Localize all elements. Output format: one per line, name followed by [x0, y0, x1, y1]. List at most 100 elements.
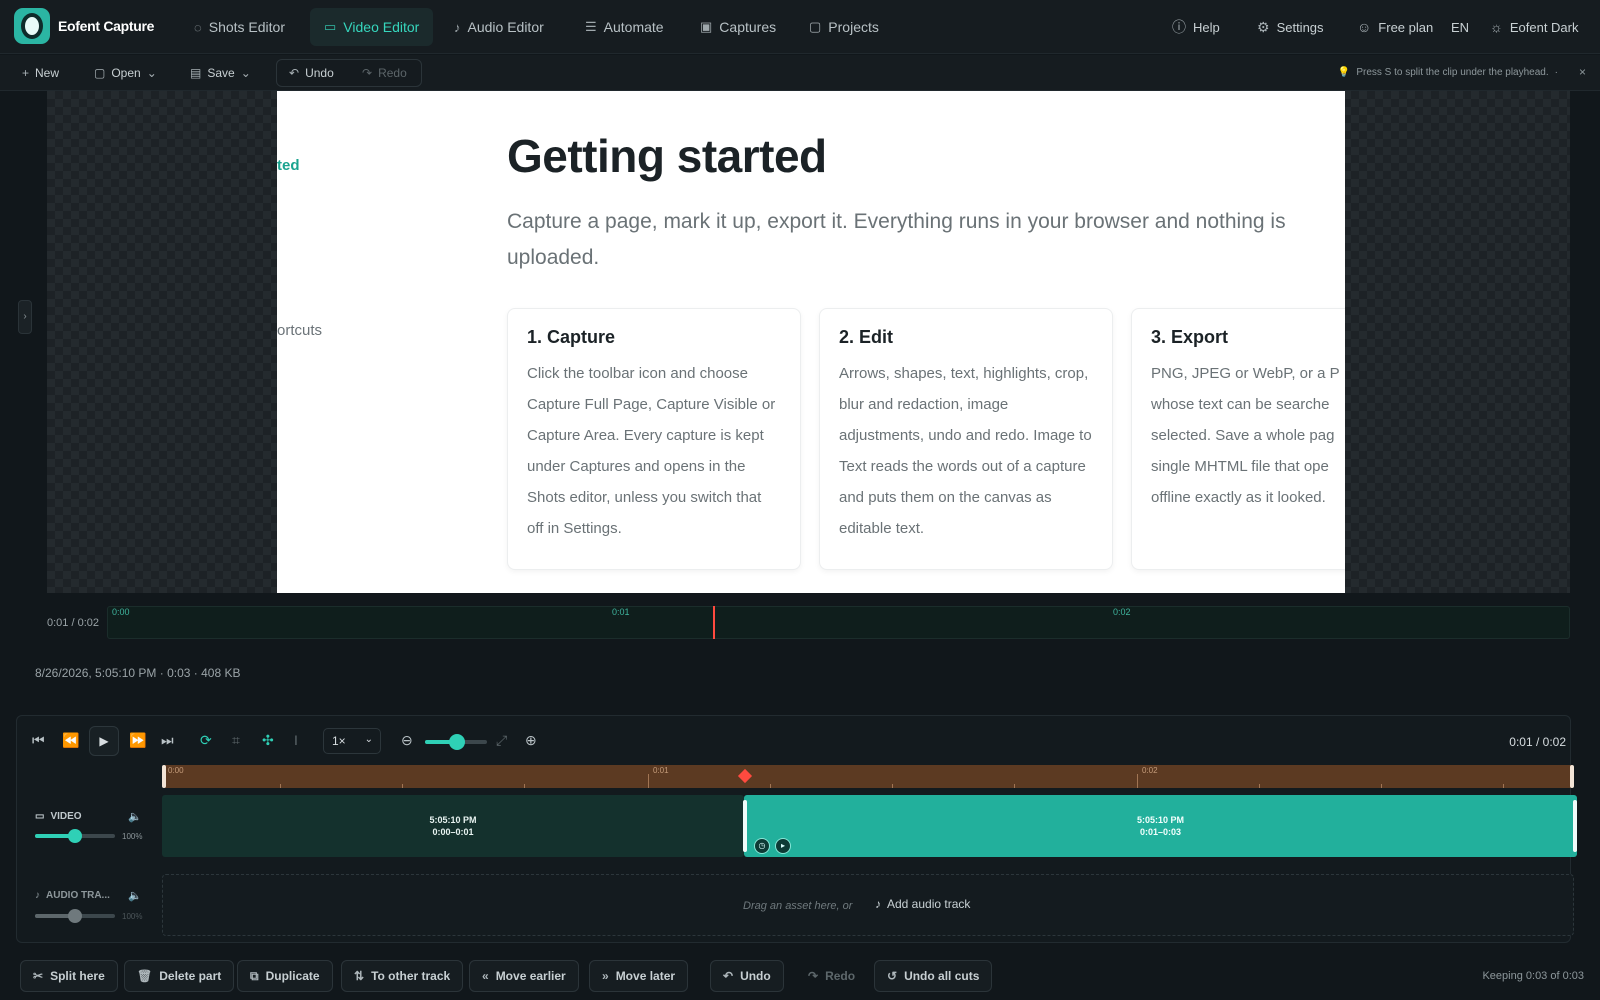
mic-icon: ♪	[875, 897, 881, 911]
folder-icon: ▢	[809, 19, 822, 34]
undo-all-cuts-button[interactable]: ↺ Undo all cuts	[874, 960, 993, 992]
clip-play-icon[interactable]: ▸	[775, 838, 791, 854]
audio-volume-percent: 100%	[122, 912, 143, 921]
trim-end-handle[interactable]	[1570, 765, 1574, 788]
add-audio-track-button[interactable]: ♪ Add audio track	[875, 897, 970, 911]
scrubber-tick: 0:00	[112, 607, 130, 617]
rewind-icon[interactable]: ⏪	[62, 732, 79, 749]
ruler-mark	[770, 784, 771, 788]
gear-icon: ⚙	[1257, 18, 1270, 35]
ruler-mark	[1259, 784, 1260, 788]
ruler-tick: 0:01	[653, 766, 669, 775]
crop-icon[interactable]: ⌗	[232, 732, 240, 749]
theme-button[interactable]: ☼ Eofent Dark	[1490, 8, 1579, 46]
ruler-mark	[892, 784, 893, 788]
open-button[interactable]: ▢ Open ⌄	[88, 61, 163, 85]
audio-volume-handle[interactable]	[68, 909, 82, 923]
chevron-down-icon: ⌄	[146, 66, 157, 80]
magnet-icon[interactable]: ⟳	[200, 732, 212, 749]
skip-start-icon[interactable]: ⏮	[32, 732, 45, 749]
fast-forward-icon[interactable]: ⏩	[129, 732, 146, 749]
redo-cut-button[interactable]: ↷ Redo	[795, 960, 868, 992]
reset-icon: ↺	[887, 969, 898, 983]
close-icon[interactable]: ×	[1579, 65, 1586, 79]
save-button[interactable]: ▤ Save ⌄	[184, 61, 257, 85]
mic-icon: ♪	[454, 19, 461, 35]
new-button[interactable]: + New	[16, 61, 65, 85]
redo-button[interactable]: ↷ Redo	[356, 61, 413, 85]
speed-select[interactable]: 1× ⌄	[323, 728, 381, 754]
zoom-slider-handle[interactable]	[449, 734, 465, 750]
ruler-mark	[524, 784, 525, 788]
clip-trim-start-handle[interactable]	[743, 800, 747, 852]
video-volume-handle[interactable]	[68, 829, 82, 843]
skip-end-icon[interactable]: ⏭	[161, 732, 174, 749]
speaker-icon[interactable]: 🔈	[128, 889, 142, 902]
sidebar-item-shortcuts: ortcuts	[277, 322, 323, 339]
copy-icon: ⧉	[250, 968, 259, 983]
ruler-mark	[1137, 774, 1138, 788]
delete-part-button[interactable]: 🗑 Delete part	[124, 960, 235, 992]
ruler-tick: 0:00	[168, 766, 184, 775]
speaker-icon[interactable]: 🔈	[128, 810, 142, 823]
expand-panel-button[interactable]: ›	[18, 300, 32, 334]
play-button[interactable]: ▶	[89, 726, 119, 756]
trash-icon: 🗑	[137, 969, 153, 983]
video-clip-selected[interactable]: 5:05:10 PM 0:01–0:03	[744, 795, 1577, 857]
split-icon[interactable]: ✣	[262, 732, 274, 749]
split-here-button[interactable]: ✂ Split here	[20, 960, 118, 992]
ruler-mark	[402, 784, 403, 788]
chevrons-left-icon: «	[482, 969, 489, 983]
list-icon: ☰	[585, 19, 597, 34]
video-clip[interactable]: 5:05:10 PM 0:00–0:01	[162, 795, 744, 857]
tab-projects[interactable]: ▢ Projects	[795, 8, 893, 46]
page-title: Getting started	[507, 130, 827, 182]
theme-icon: ☼	[1490, 19, 1503, 35]
move-earlier-button[interactable]: «Move earlier	[469, 960, 579, 992]
video-volume-percent: 100%	[122, 832, 143, 841]
to-other-track-button[interactable]: ⇅ To other track	[341, 960, 464, 992]
card-edit: 2. Edit Arrows, shapes, text, highlights,…	[819, 308, 1113, 570]
image-icon: ▣	[700, 19, 713, 34]
video-icon: ▭	[324, 19, 337, 34]
undo-button[interactable]: ↶ Undo	[283, 61, 340, 85]
undo-cut-button[interactable]: ↶ Undo	[710, 960, 784, 992]
settings-button[interactable]: ⚙ Settings	[1257, 8, 1324, 46]
trim-start-handle[interactable]	[162, 765, 166, 788]
chevron-down-icon: ⌄	[364, 734, 373, 745]
app-logo[interactable]	[14, 8, 50, 44]
app-name: Eofent Capture	[58, 18, 155, 34]
duplicate-button[interactable]: ⧉ Duplicate	[237, 960, 333, 992]
account-button[interactable]: ☺ Free plan	[1357, 8, 1433, 46]
redo-icon: ↷	[808, 969, 819, 983]
mic-icon: ♪	[35, 890, 40, 901]
scrubber-timeline[interactable]: 0:00 0:01 0:02	[107, 606, 1570, 639]
fit-icon[interactable]: ⤢	[496, 732, 507, 749]
clip-speed-icon[interactable]: ◷	[754, 838, 770, 854]
tab-automate[interactable]: ☰ Automate	[571, 8, 678, 46]
hint-separator: ·	[1554, 67, 1558, 78]
language-button[interactable]: EN	[1451, 8, 1469, 46]
ruler-mark	[280, 784, 281, 788]
move-later-button[interactable]: » Move later	[589, 960, 689, 992]
chevrons-right-icon: »	[602, 969, 609, 983]
tab-video-editor[interactable]: ▭ Video Editor	[310, 8, 434, 46]
text-cursor-icon[interactable]: I	[294, 732, 298, 748]
scissors-icon: ✂	[33, 969, 44, 983]
scrubber-tick: 0:01	[612, 607, 630, 617]
zoom-in-icon[interactable]: ⊕	[525, 732, 537, 749]
redo-icon: ↷	[362, 66, 373, 80]
tab-shots-editor[interactable]: ◌ Shots Editor	[180, 8, 299, 46]
timeline-ruler[interactable]: 0:00 0:01 0:02	[162, 765, 1574, 788]
clip-trim-end-handle[interactable]	[1573, 800, 1577, 852]
audio-drop-zone[interactable]	[162, 874, 1574, 936]
scrubber-playhead[interactable]	[713, 606, 715, 639]
chevron-right-icon: ›	[23, 311, 27, 322]
tab-audio-editor[interactable]: ♪ Audio Editor	[440, 8, 558, 46]
chevron-down-icon: ⌄	[240, 66, 251, 80]
tab-captures[interactable]: ▣ Captures	[686, 8, 790, 46]
ruler-mark	[1381, 784, 1382, 788]
help-icon: ⓘ	[1172, 19, 1186, 35]
zoom-out-icon[interactable]: ⊖	[401, 732, 413, 749]
help-button[interactable]: ⓘ Help	[1172, 8, 1220, 46]
